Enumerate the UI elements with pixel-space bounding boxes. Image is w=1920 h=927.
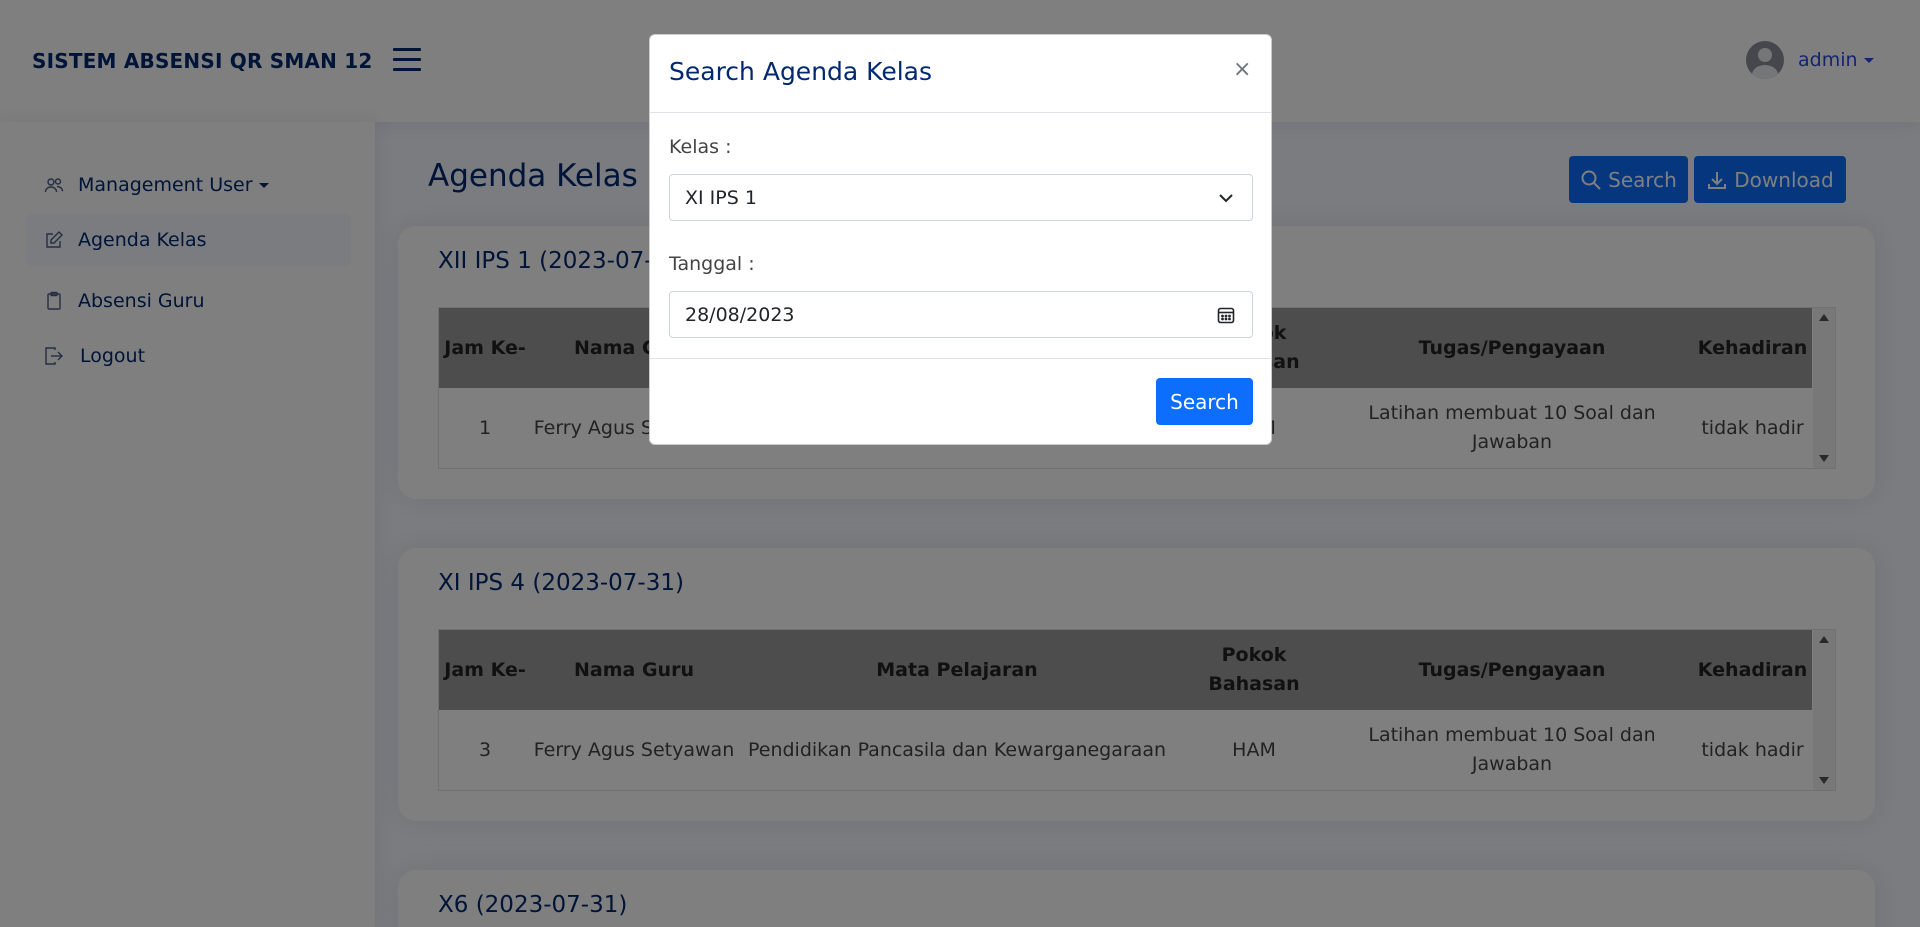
kelas-select-value: XI IPS 1 bbox=[685, 186, 757, 209]
close-icon[interactable]: × bbox=[1233, 59, 1251, 81]
kelas-label: Kelas : bbox=[669, 136, 732, 158]
tanggal-date-value: 28/08/2023 bbox=[685, 303, 795, 326]
calendar-icon[interactable] bbox=[1216, 305, 1236, 325]
modal-title: Search Agenda Kelas bbox=[669, 57, 932, 86]
modal-footer: Search bbox=[650, 358, 1271, 446]
modal-header: Search Agenda Kelas × bbox=[650, 35, 1271, 113]
kelas-select[interactable]: XI IPS 1 bbox=[669, 174, 1253, 221]
chevron-down-icon bbox=[1219, 194, 1233, 203]
search-agenda-modal: Search Agenda Kelas × Kelas : XI IPS 1 T… bbox=[649, 34, 1272, 445]
tanggal-label: Tanggal : bbox=[669, 253, 755, 275]
modal-search-button[interactable]: Search bbox=[1156, 378, 1253, 425]
tanggal-date-input[interactable]: 28/08/2023 bbox=[669, 291, 1253, 338]
